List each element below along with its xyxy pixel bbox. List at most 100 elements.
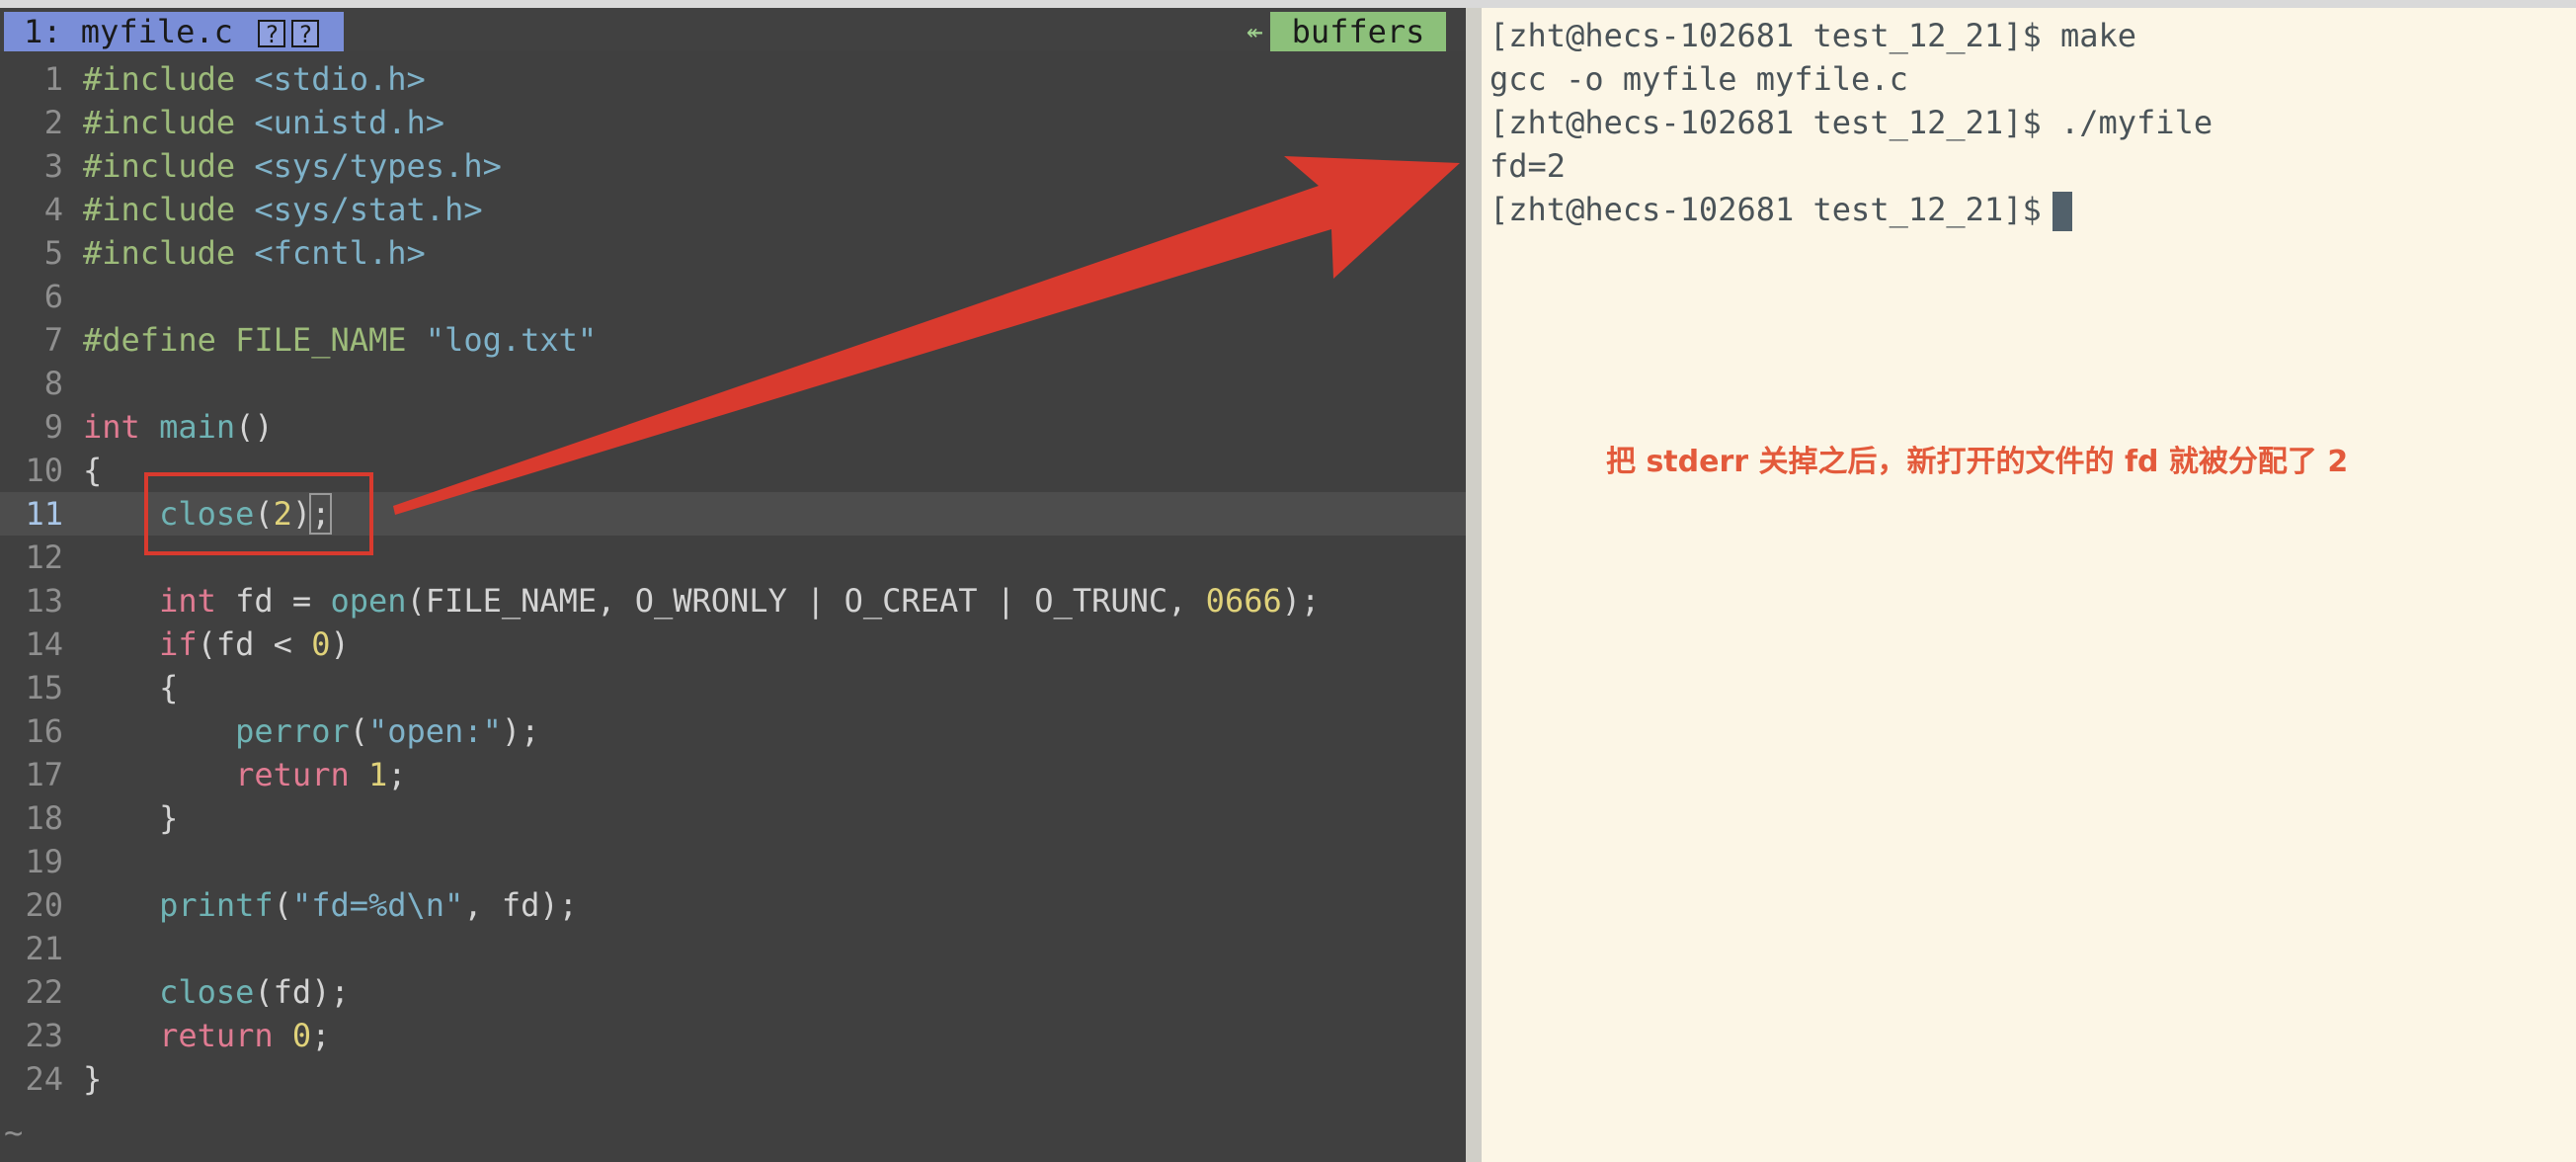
terminal-line: [zht@hecs-102681 test_12_21]$ make xyxy=(1489,17,2137,54)
code-line: 13 int fd = open(FILE_NAME, O_WRONLY | O… xyxy=(0,579,1466,622)
code-line: 22 close(fd); xyxy=(0,970,1466,1014)
code-line: 20 printf("fd=%d\n", fd); xyxy=(0,883,1466,927)
code-line: 16 perror("open:"); xyxy=(0,709,1466,753)
code-token: <sys/types.h> xyxy=(254,147,502,185)
line-number: 7 xyxy=(43,321,63,359)
end-of-buffer-marker: ~ xyxy=(4,1114,24,1151)
code-token: if xyxy=(159,625,198,663)
line-number: 19 xyxy=(25,843,63,880)
code-token: 0 xyxy=(291,1017,312,1054)
line-number: 3 xyxy=(43,147,63,185)
code-token: <unistd.h> xyxy=(254,104,445,141)
code-token: <stdio.h> xyxy=(254,60,426,98)
code-token: { xyxy=(83,669,179,706)
code-token: ) xyxy=(330,625,350,663)
code-line: 18 } xyxy=(0,796,1466,840)
code-token: #include xyxy=(83,147,255,185)
code-token: } xyxy=(83,799,179,837)
line-number: 17 xyxy=(25,756,63,793)
terminal-line: [zht@hecs-102681 test_12_21]$ ./myfile xyxy=(1489,104,2214,141)
code-line: 7 #define FILE_NAME "log.txt" xyxy=(0,318,1466,362)
code-line: 17 return 1; xyxy=(0,753,1466,796)
line-number: 18 xyxy=(25,799,63,837)
code-token: <sys/stat.h> xyxy=(254,191,483,228)
line-number: 12 xyxy=(25,539,63,576)
buffers-arrow-icon: ↞ xyxy=(1247,15,1263,47)
code-line: 5 #include <fcntl.h> xyxy=(0,231,1466,275)
code-token: #include xyxy=(83,60,255,98)
code-line: 23 return 0; xyxy=(0,1014,1466,1057)
code-line: 9 int main() xyxy=(0,405,1466,449)
code-token: main xyxy=(159,408,236,446)
terminal-prompt: [zht@hecs-102681 test_12_21]$ xyxy=(1489,191,2060,228)
buffers-label[interactable]: buffers xyxy=(1270,12,1446,51)
terminal-line: gcc -o myfile myfile.c xyxy=(1489,60,1908,98)
annotation-highlight-box xyxy=(144,472,373,555)
line-number: 9 xyxy=(43,408,63,446)
line-number: 4 xyxy=(43,191,63,228)
code-token: "open:" xyxy=(367,712,502,750)
code-token: printf xyxy=(159,886,274,924)
code-token: return xyxy=(159,1017,274,1054)
code-line: 19 xyxy=(0,840,1466,883)
code-line: 21 xyxy=(0,927,1466,970)
code-line: 6 xyxy=(0,275,1466,318)
terminal-prompt-line[interactable]: [zht@hecs-102681 test_12_21]$ xyxy=(1489,188,2213,231)
code-token: return xyxy=(235,756,350,793)
line-number: 1 xyxy=(43,60,63,98)
code-area[interactable]: 1 #include <stdio.h> 2 #include <unistd.h>… xyxy=(0,57,1466,1101)
code-token: } xyxy=(83,1060,103,1098)
pane-divider[interactable] xyxy=(1466,8,1482,1162)
code-token: #include xyxy=(83,104,255,141)
code-token: #include xyxy=(83,234,255,272)
line-number: 22 xyxy=(25,973,63,1011)
code-token: perror xyxy=(235,712,350,750)
code-token: ( xyxy=(349,712,368,750)
line-number: 5 xyxy=(43,234,63,272)
tab-myfile[interactable]: 1: myfile.c ?? xyxy=(4,12,344,51)
line-number: 23 xyxy=(25,1017,63,1054)
line-number: 11 xyxy=(25,495,63,533)
code-token: #define FILE_NAME xyxy=(83,321,426,359)
code-token: "log.txt" xyxy=(425,321,598,359)
code-editor-pane[interactable]: 1: myfile.c ?? ↞ buffers 1 #include <stdi… xyxy=(0,8,1466,1162)
line-number: 15 xyxy=(25,669,63,706)
code-token: int xyxy=(83,408,140,446)
line-number: 14 xyxy=(25,625,63,663)
code-token: 0 xyxy=(311,625,331,663)
code-line: 4 #include <sys/stat.h> xyxy=(0,188,1466,231)
code-token: 1 xyxy=(367,756,388,793)
code-token: <fcntl.h> xyxy=(254,234,426,272)
code-token: ; xyxy=(387,756,407,793)
tabline: 1: myfile.c ?? ↞ buffers xyxy=(0,8,1466,51)
code-token: (fd); xyxy=(254,973,350,1011)
code-line: 1 #include <stdio.h> xyxy=(0,57,1466,101)
terminal-cursor xyxy=(2052,192,2072,231)
line-number: 2 xyxy=(43,104,63,141)
terminal-output: [zht@hecs-102681 test_12_21]$ make gcc -… xyxy=(1489,14,2213,231)
line-number: 16 xyxy=(25,712,63,750)
line-number: 24 xyxy=(25,1060,63,1098)
code-token: { xyxy=(83,452,103,489)
code-line: 3 #include <sys/types.h> xyxy=(0,144,1466,188)
line-number: 20 xyxy=(25,886,63,924)
code-token: #include xyxy=(83,191,255,228)
help-icon: ? xyxy=(258,20,286,47)
code-line: 8 xyxy=(0,362,1466,405)
annotation-note: 把 stderr 关掉之后，新打开的文件的 fd 就被分配了 2 xyxy=(1606,445,2349,479)
tab-label: 1: myfile.c xyxy=(24,13,233,50)
terminal-pane[interactable]: [zht@hecs-102681 test_12_21]$ make gcc -… xyxy=(1482,8,2576,1162)
code-token: "fd=%d\n" xyxy=(291,886,464,924)
code-line: 15 { xyxy=(0,666,1466,709)
code-token: ( xyxy=(273,886,292,924)
